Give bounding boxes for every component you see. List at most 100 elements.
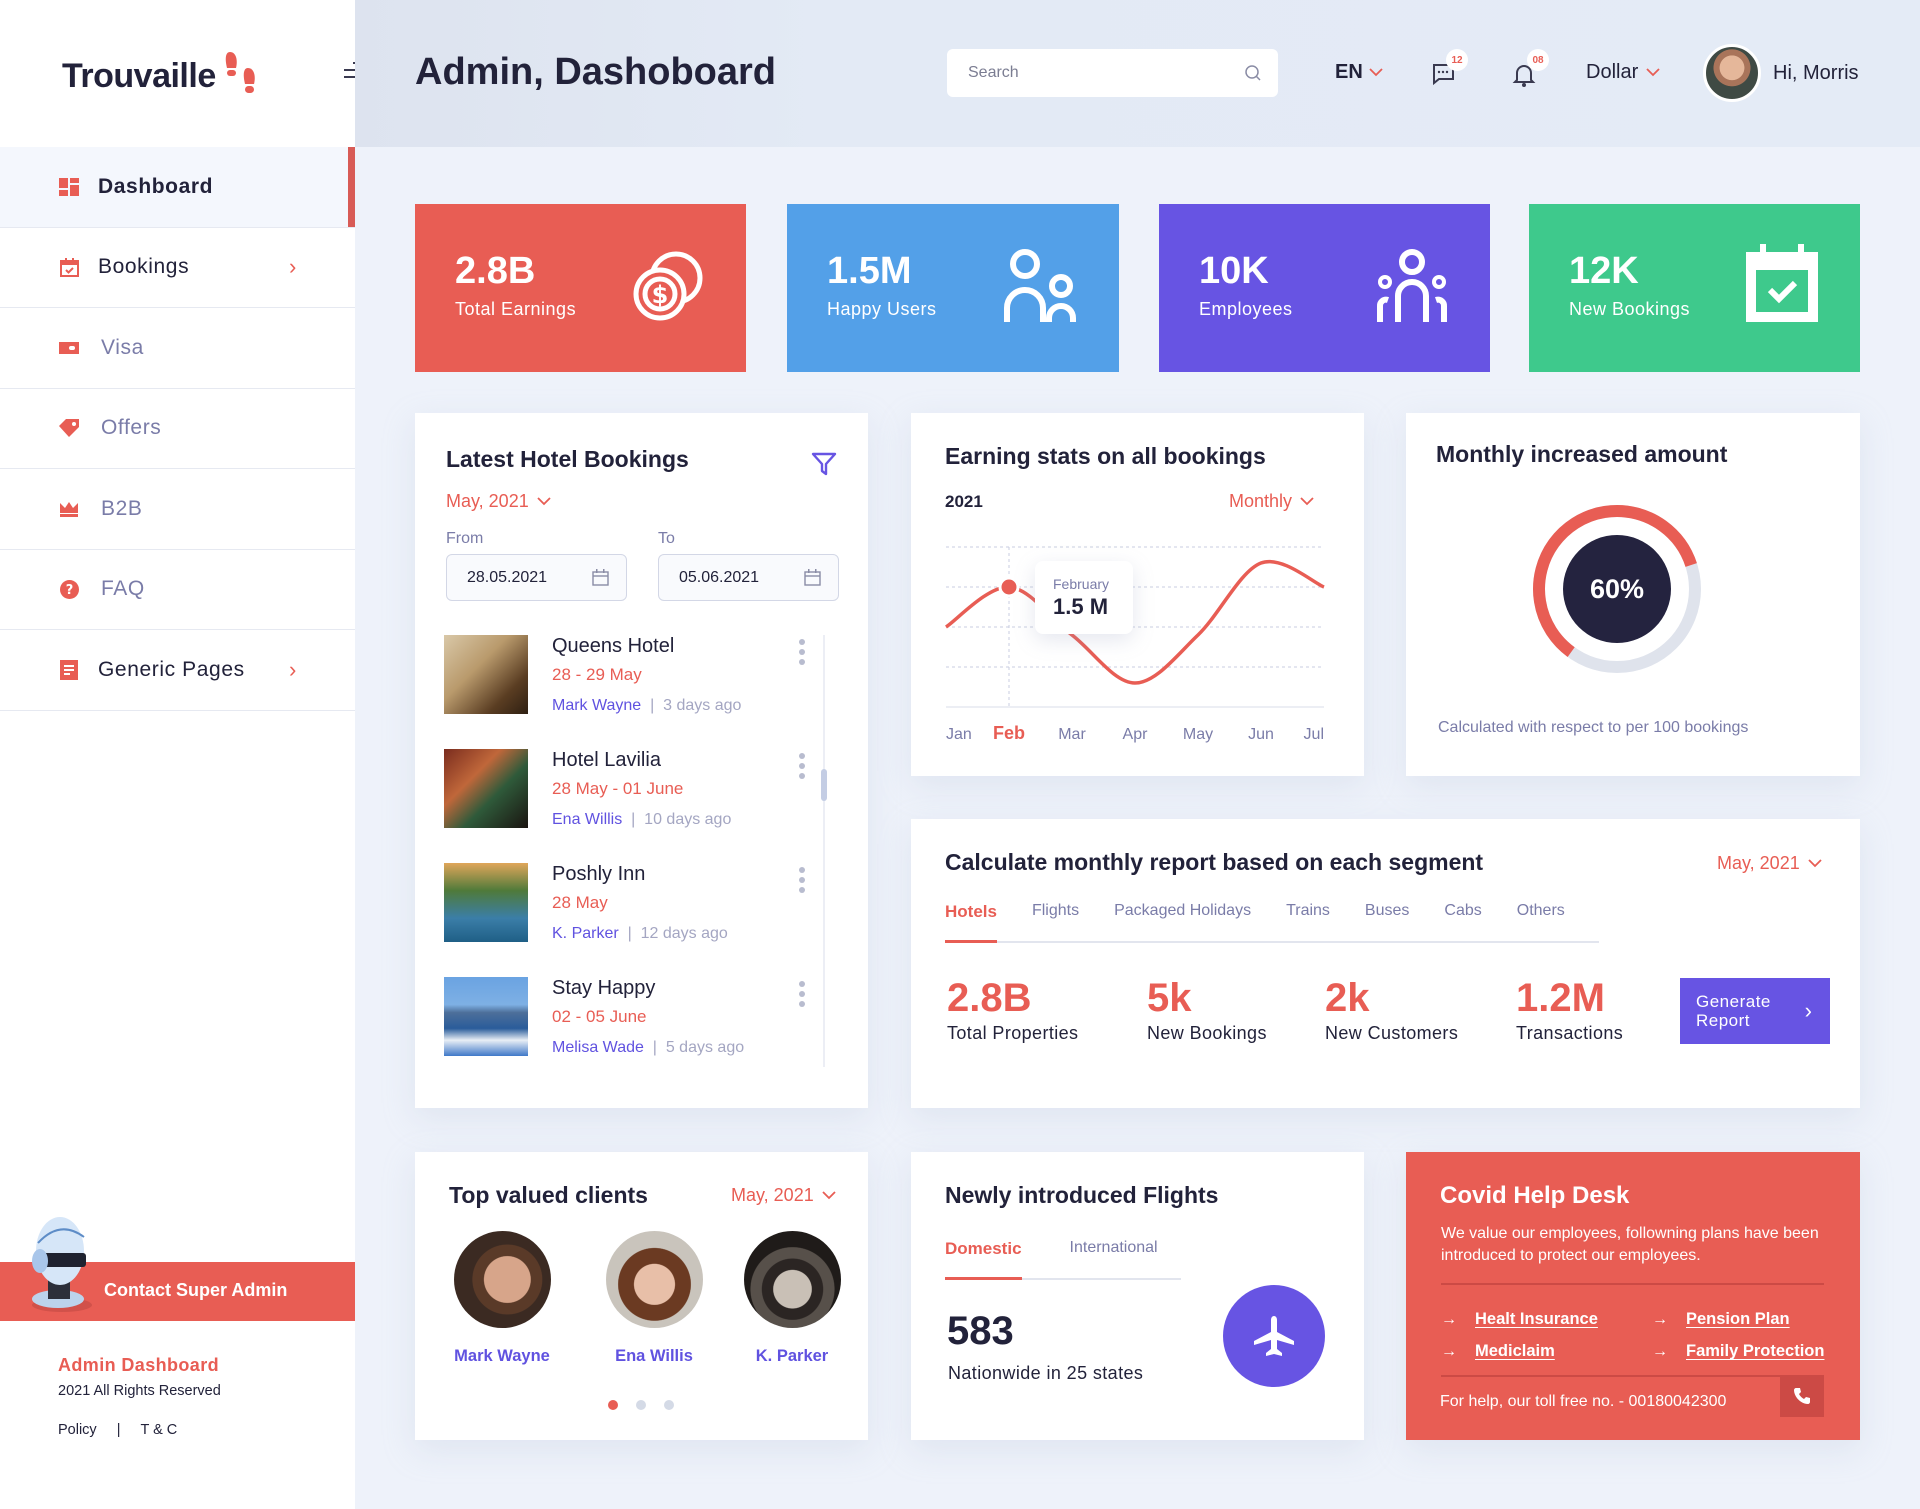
x-tick-label[interactable]: Apr <box>1123 726 1149 743</box>
notifications-button[interactable]: 08 <box>1512 49 1549 87</box>
metric-label: Transactions <box>1516 1023 1624 1043</box>
x-tick-label[interactable]: Jul <box>1304 726 1324 743</box>
sidebar-item-visa[interactable]: Visa <box>0 308 355 389</box>
stat-card-total-earnings[interactable]: 2.8B Total Earnings $ <box>415 204 746 372</box>
client-card[interactable]: Mark Wayne <box>442 1231 562 1366</box>
card-icon <box>59 338 79 358</box>
tab-buses[interactable]: Buses <box>1365 902 1409 941</box>
data-point-may[interactable] <box>1194 631 1202 639</box>
booking-age: 10 days ago <box>644 811 732 828</box>
currency-select[interactable]: Dollar <box>1586 61 1660 84</box>
data-point-jan[interactable] <box>942 623 950 631</box>
users-icon <box>1004 249 1076 322</box>
tab-hotels[interactable]: Hotels <box>945 902 997 943</box>
language-select[interactable]: EN <box>1335 61 1383 84</box>
brand-logo[interactable]: Trouvaille <box>62 50 260 102</box>
metric-label: New Bookings <box>1147 1023 1267 1043</box>
tag-icon <box>59 418 79 438</box>
booking-list-item[interactable]: Queens Hotel 28 - 29 May Mark Wayne | 3 … <box>444 635 807 725</box>
more-options-icon[interactable] <box>799 639 807 665</box>
more-options-icon[interactable] <box>799 867 807 893</box>
client-card[interactable]: K. Parker <box>732 1231 852 1366</box>
terms-link[interactable]: T & C <box>140 1422 177 1438</box>
pension-plan-link[interactable]: Pension Plan <box>1686 1310 1790 1329</box>
more-options-icon[interactable] <box>799 981 807 1007</box>
stat-value: 12K <box>1569 250 1639 292</box>
tab-international[interactable]: International <box>1070 1239 1158 1278</box>
scrollbar-track[interactable] <box>823 635 825 1067</box>
booking-dates: 28 - 29 May <box>552 665 642 684</box>
covid-description: We value our employees, followning plans… <box>1441 1225 1819 1264</box>
filter-icon[interactable] <box>811 451 837 477</box>
call-button[interactable] <box>1780 1375 1824 1417</box>
booking-meta: Melisa Wade | 5 days ago <box>552 1039 745 1056</box>
stat-card-happy-users[interactable]: 1.5M Happy Users <box>787 204 1119 372</box>
health-insurance-link-row: → Healt Insurance <box>1441 1310 1598 1329</box>
messages-button[interactable]: 12 <box>1431 49 1468 86</box>
health-insurance-link[interactable]: Healt Insurance <box>1475 1310 1598 1329</box>
period-dropdown[interactable]: May, 2021 <box>1717 853 1822 874</box>
carousel-dot[interactable] <box>608 1400 618 1410</box>
sidebar-item-generic-pages[interactable]: Generic Pages › <box>0 630 355 711</box>
tab-domestic[interactable]: Domestic <box>945 1239 1022 1280</box>
sidebar-item-faq[interactable]: ? FAQ <box>0 550 355 630</box>
tab-flights[interactable]: Flights <box>1032 902 1079 941</box>
stat-card-employees[interactable]: 10K Employees <box>1159 204 1490 372</box>
search-input[interactable] <box>968 64 1228 82</box>
carousel-pagination <box>608 1400 674 1410</box>
tab-cabs[interactable]: Cabs <box>1444 902 1481 941</box>
metric-label: Total Properties <box>947 1023 1079 1043</box>
guest-name[interactable]: Mark Wayne <box>552 697 641 714</box>
booking-list-item[interactable]: Hotel Lavilia 28 May - 01 June Ena Willi… <box>444 749 807 839</box>
mediclaim-link[interactable]: Mediclaim <box>1475 1342 1555 1361</box>
carousel-dot[interactable] <box>636 1400 646 1410</box>
guest-name[interactable]: Ena Willis <box>552 811 622 828</box>
sidebar-item-dashboard[interactable]: Dashboard <box>0 147 355 228</box>
data-point-apr[interactable] <box>1131 679 1139 687</box>
scrollbar-thumb[interactable] <box>821 769 827 801</box>
covid-help-desk-card: Covid Help Desk We value our employees, … <box>1406 1152 1860 1440</box>
period-value: May, 2021 <box>1717 853 1800 873</box>
card-title: Covid Help Desk <box>1440 1182 1630 1209</box>
booking-list-item[interactable]: Poshly Inn 28 May K. Parker | 12 days ag… <box>444 863 807 953</box>
to-date-input[interactable]: 05.06.2021 <box>658 554 839 601</box>
chart-tooltip: February 1.5 M <box>1035 561 1133 634</box>
family-protection-link[interactable]: Family Protection <box>1686 1342 1824 1361</box>
user-menu[interactable]: Hi, Morris <box>1703 44 1859 102</box>
client-card[interactable]: Ena Willis <box>594 1231 714 1366</box>
data-point-feb[interactable] <box>998 576 1020 598</box>
generate-report-button[interactable]: Generate Report › <box>1680 978 1830 1044</box>
period-value: May, 2021 <box>446 491 529 511</box>
booking-age: 5 days ago <box>665 1039 745 1056</box>
crown-icon <box>59 499 79 519</box>
search-icon[interactable] <box>1244 64 1262 82</box>
earnings-line-chart[interactable]: Jan Feb Mar Apr May Jun Jul <box>911 413 1364 776</box>
tab-packaged-holidays[interactable]: Packaged Holidays <box>1114 902 1251 941</box>
data-point-jun[interactable] <box>1257 559 1265 567</box>
tab-trains[interactable]: Trains <box>1286 902 1330 941</box>
sidebar-item-bookings[interactable]: Bookings › <box>0 228 355 308</box>
footer-separator: | <box>116 1422 121 1438</box>
period-dropdown[interactable]: May, 2021 <box>446 491 551 512</box>
more-options-icon[interactable] <box>799 753 807 779</box>
data-point-jul[interactable] <box>1320 583 1328 591</box>
guest-name[interactable]: K. Parker <box>552 925 619 942</box>
policy-link[interactable]: Policy <box>58 1422 97 1438</box>
tab-others[interactable]: Others <box>1517 902 1565 941</box>
x-tick-label[interactable]: Mar <box>1058 726 1086 743</box>
document-icon <box>59 659 79 680</box>
guest-name[interactable]: Melisa Wade <box>552 1039 644 1056</box>
from-date-input[interactable]: 28.05.2021 <box>446 554 627 601</box>
x-tick-label[interactable]: May <box>1183 726 1213 743</box>
from-date-value: 28.05.2021 <box>467 568 548 586</box>
sidebar-item-offers[interactable]: Offers <box>0 389 355 469</box>
x-tick-label[interactable]: Jan <box>946 726 972 743</box>
x-tick-label[interactable]: Feb <box>993 723 1025 743</box>
period-dropdown[interactable]: May, 2021 <box>731 1185 836 1206</box>
metric-transactions: 1.2M Transactions <box>1516 976 1623 1044</box>
stat-card-new-bookings[interactable]: 12K New Bookings <box>1529 204 1860 372</box>
x-tick-label[interactable]: Jun <box>1248 726 1274 743</box>
sidebar-item-b2b[interactable]: B2B <box>0 469 355 550</box>
booking-list-item[interactable]: Stay Happy 02 - 05 June Melisa Wade | 5 … <box>444 977 807 1067</box>
carousel-dot[interactable] <box>664 1400 674 1410</box>
